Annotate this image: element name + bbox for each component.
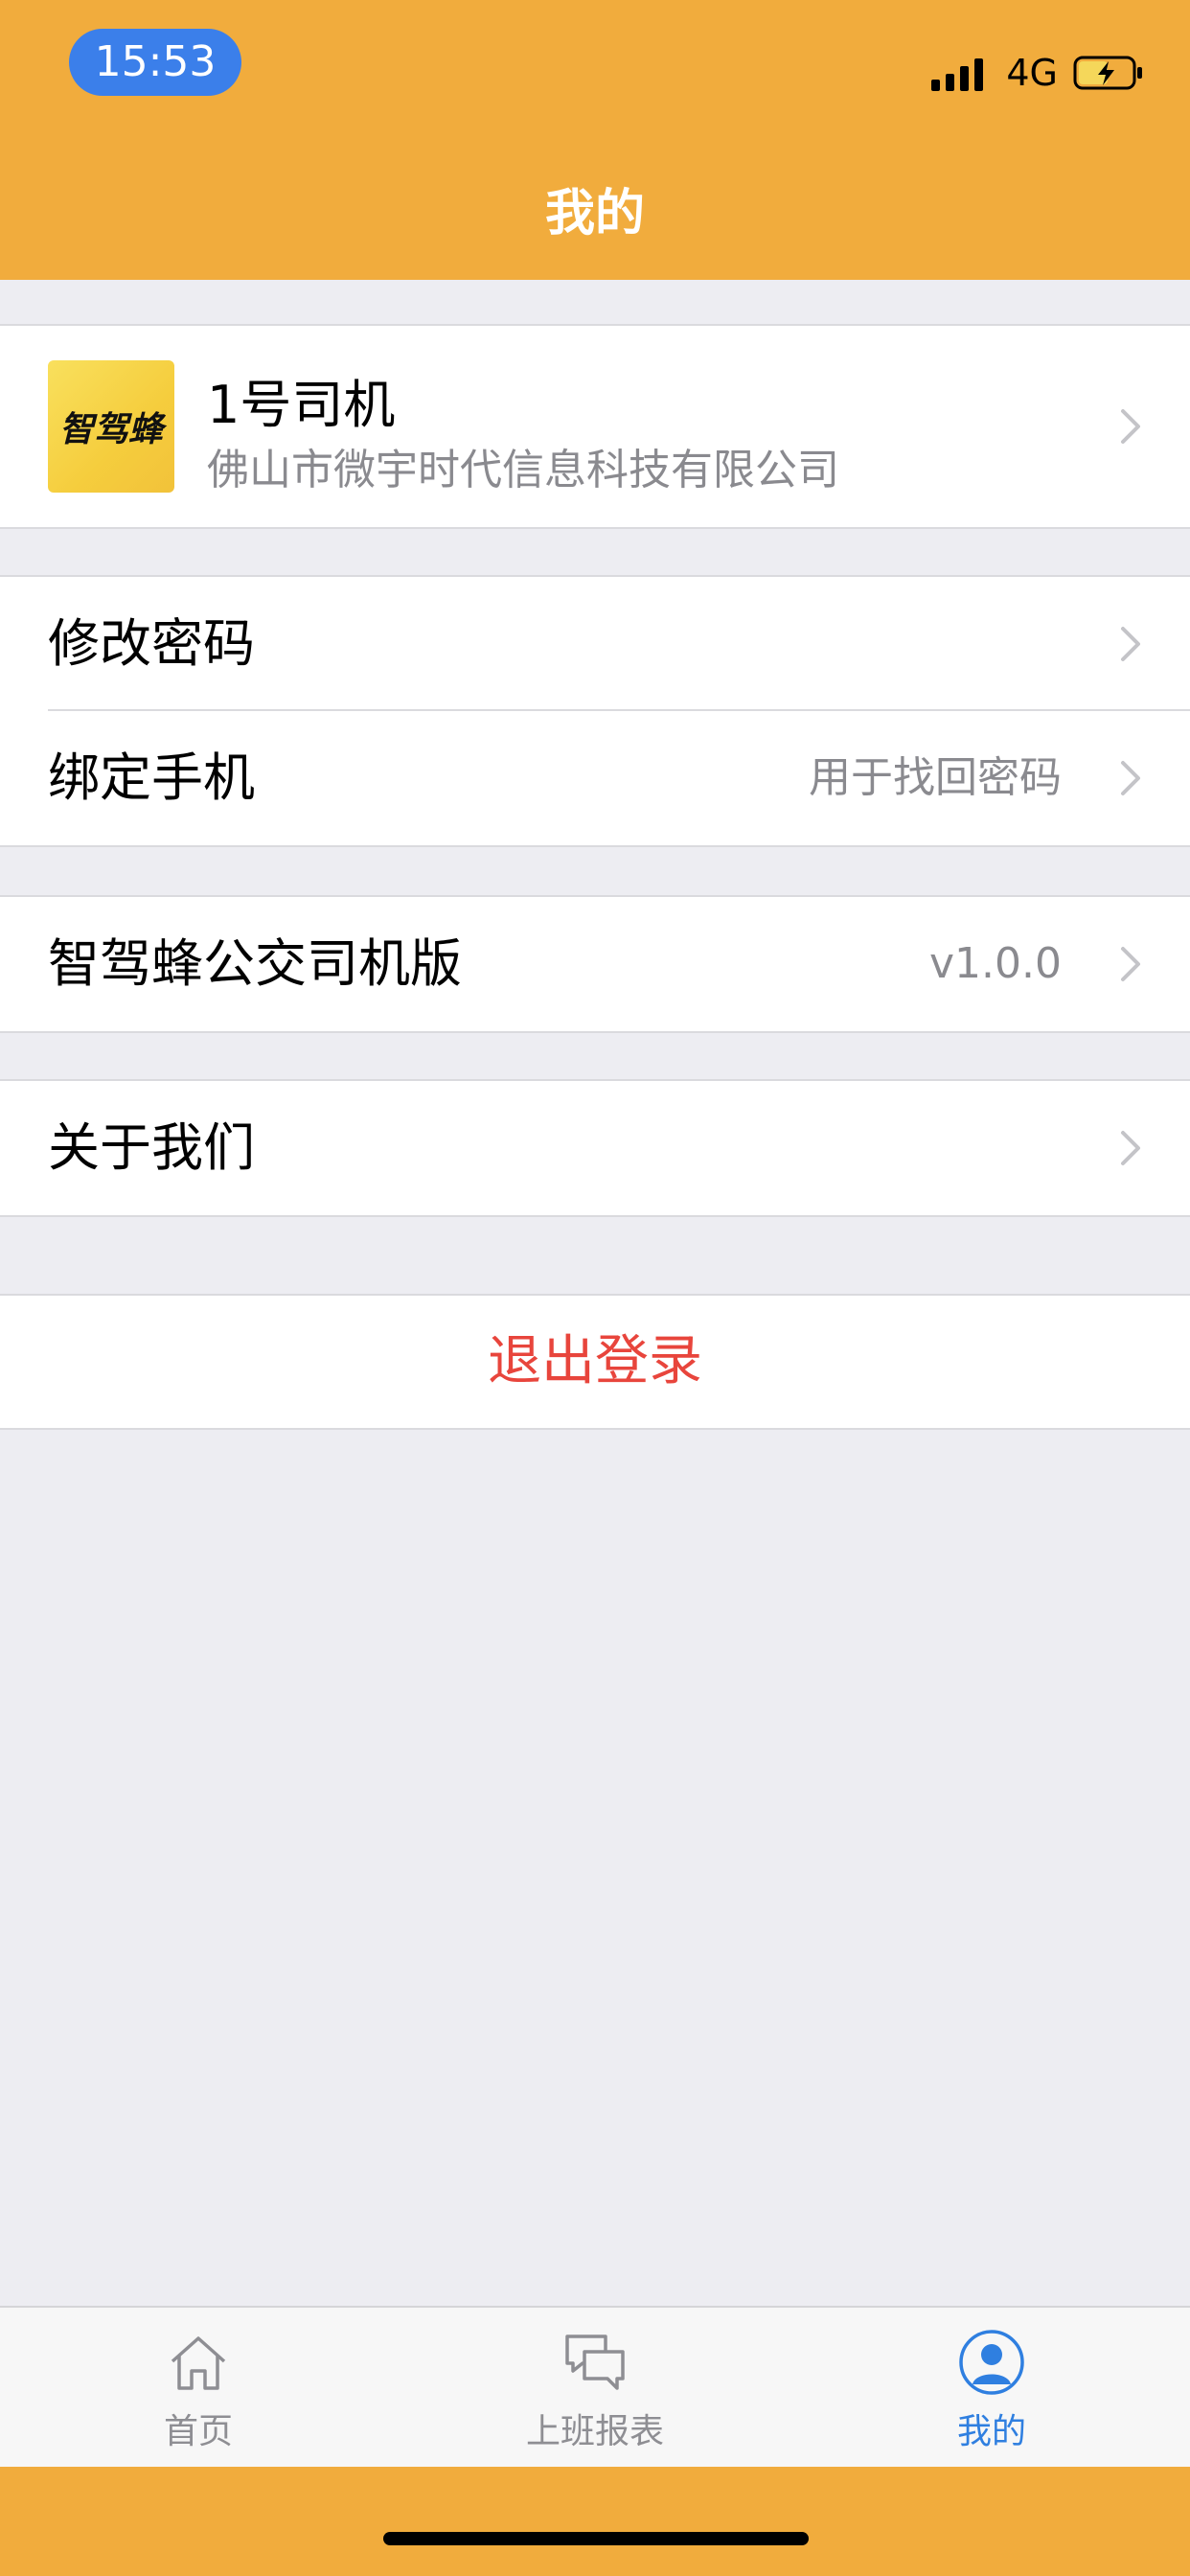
profile-group: 智驾蜂 1号司机 佛山市微宇时代信息科技有限公司 xyxy=(0,324,1190,529)
logout-label: 退出登录 xyxy=(488,1330,702,1392)
tab-home[interactable]: 首页 xyxy=(0,2308,397,2469)
status-indicators: 4G xyxy=(931,48,1144,98)
change-password-label: 修改密码 xyxy=(48,613,255,674)
home-indicator[interactable] xyxy=(383,2532,809,2545)
about-group: 关于我们 xyxy=(0,1079,1190,1217)
change-password-row[interactable]: 修改密码 xyxy=(0,577,1190,711)
profile-row[interactable]: 智驾蜂 1号司机 佛山市微宇时代信息科技有限公司 xyxy=(0,326,1190,527)
page-title: 我的 xyxy=(544,185,645,242)
bind-phone-label: 绑定手机 xyxy=(48,748,255,808)
logo-text: 智驾蜂 xyxy=(59,410,168,449)
about-us-row[interactable]: 关于我们 xyxy=(0,1081,1190,1215)
logo-graphic: 智驾蜂 xyxy=(59,410,168,449)
about-us-label: 关于我们 xyxy=(48,1117,255,1178)
tab-mine[interactable]: 我的 xyxy=(793,2308,1190,2469)
battery-charging-icon xyxy=(1073,56,1142,90)
chevron-right-icon xyxy=(1121,761,1140,795)
tab-mine-label: 我的 xyxy=(956,2412,1026,2451)
status-time: 15:53 xyxy=(69,29,241,96)
chevron-right-icon xyxy=(1121,627,1140,661)
bind-phone-row[interactable]: 绑定手机 用于找回密码 xyxy=(0,711,1190,845)
home-indicator-area xyxy=(0,2467,1190,2576)
network-type: 4G xyxy=(1006,52,1058,94)
app-version-group: 智驾蜂公交司机版 v1.0.0 xyxy=(0,895,1190,1033)
home-icon xyxy=(171,2336,226,2390)
chat-bubbles-icon xyxy=(565,2334,625,2390)
chevron-right-icon xyxy=(1121,409,1140,444)
bind-phone-detail: 用于找回密码 xyxy=(809,753,1062,802)
tab-work-report-label: 上班报表 xyxy=(525,2412,664,2451)
header: 15:53 4G 我的 xyxy=(0,0,1190,280)
company-logo: 智驾蜂 xyxy=(48,360,174,493)
signal-icon xyxy=(931,55,989,91)
tab-bar: 首页 上班报表 我的 xyxy=(0,2306,1190,2467)
driver-name: 1号司机 xyxy=(207,375,396,435)
company-name: 佛山市微宇时代信息科技有限公司 xyxy=(207,446,839,494)
logout-button[interactable]: 退出登录 xyxy=(0,1294,1190,1430)
tab-work-report[interactable]: 上班报表 xyxy=(397,2308,793,2469)
app-name-label: 智驾蜂公交司机版 xyxy=(48,933,462,994)
chevron-right-icon xyxy=(1121,1131,1140,1165)
chevron-right-icon xyxy=(1121,947,1140,981)
account-group: 修改密码 绑定手机 用于找回密码 xyxy=(0,575,1190,847)
app-version-row[interactable]: 智驾蜂公交司机版 v1.0.0 xyxy=(0,897,1190,1031)
user-icon xyxy=(959,2330,1024,2395)
tab-home-label: 首页 xyxy=(163,2412,233,2451)
app-version-detail: v1.0.0 xyxy=(929,939,1062,988)
